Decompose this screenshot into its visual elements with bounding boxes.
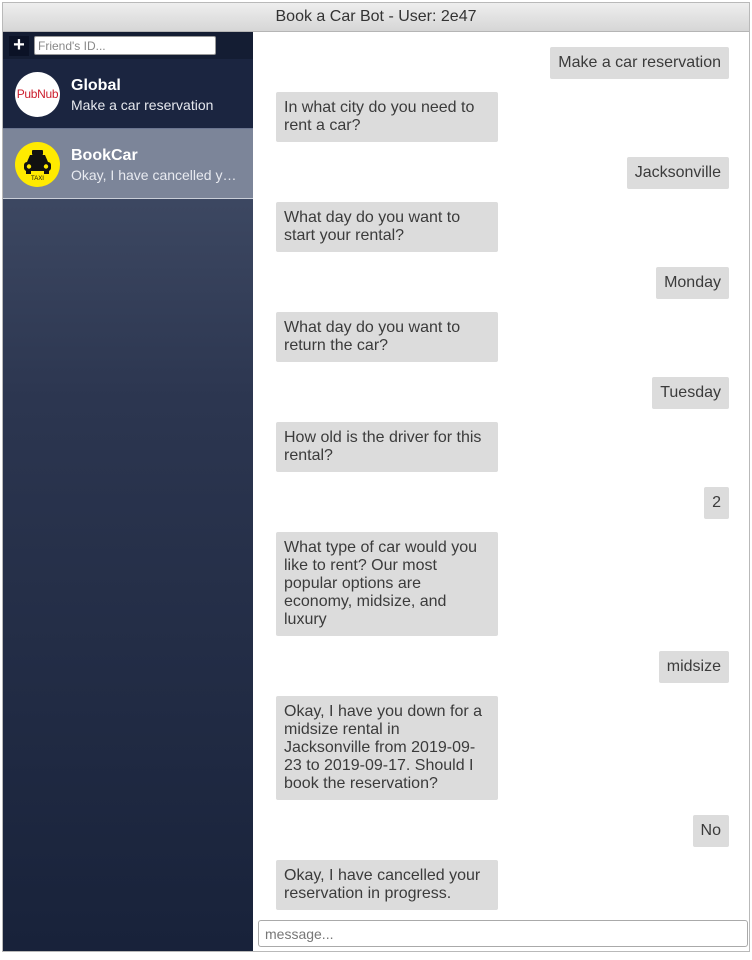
window-title: Book a Car Bot - User: 2e47 (3, 3, 749, 32)
message-user: No (692, 815, 729, 847)
friend-id-input[interactable] (34, 36, 216, 55)
conversation-name: BookCar (71, 147, 138, 164)
conversation-preview: Make a car reservation (71, 97, 214, 113)
message-user: Monday (656, 267, 729, 299)
sidebar: + PubNub Global Make a car reservation (3, 32, 253, 951)
add-friend-button[interactable]: + (9, 35, 29, 56)
conversation-item-bookcar[interactable]: TAXI BookCar Okay, I have cancelled your… (3, 129, 253, 199)
conversation-item-global[interactable]: PubNub Global Make a car reservation (3, 59, 253, 129)
message-bot: What day do you want to start your renta… (276, 202, 498, 252)
app-window: Book a Car Bot - User: 2e47 + PubNub Glo… (2, 2, 750, 952)
message-user: Tuesday (652, 377, 729, 409)
pubnub-logo-text: PubNub (16, 87, 59, 101)
message-input[interactable] (258, 920, 748, 947)
conversation-name: Global (71, 77, 121, 94)
taxi-icon: TAXI (15, 142, 60, 187)
message-bot: In what city do you need to rent a car? (276, 92, 498, 142)
message-bot: What day do you want to return the car? (276, 312, 498, 362)
sidebar-toolbar: + (3, 32, 253, 59)
message-user: 2 (704, 487, 729, 519)
conversation-preview: Okay, I have cancelled your reservation … (71, 167, 241, 183)
message-user: Make a car reservation (550, 47, 729, 79)
message-user: midsize (658, 651, 729, 683)
message-user: Jacksonville (626, 157, 729, 189)
taxi-label: TAXI (31, 176, 44, 182)
chat-panel: Make a car reservation In what city do y… (253, 32, 749, 951)
pubnub-logo-avatar: PubNub (15, 72, 60, 117)
message-bot: How old is the driver for this rental? (276, 422, 498, 472)
message-bot: Okay, I have you down for a midsize rent… (276, 696, 498, 800)
message-bot: Okay, I have cancelled your reservation … (276, 860, 498, 910)
message-bot: What type of car would you like to rent?… (276, 532, 498, 636)
